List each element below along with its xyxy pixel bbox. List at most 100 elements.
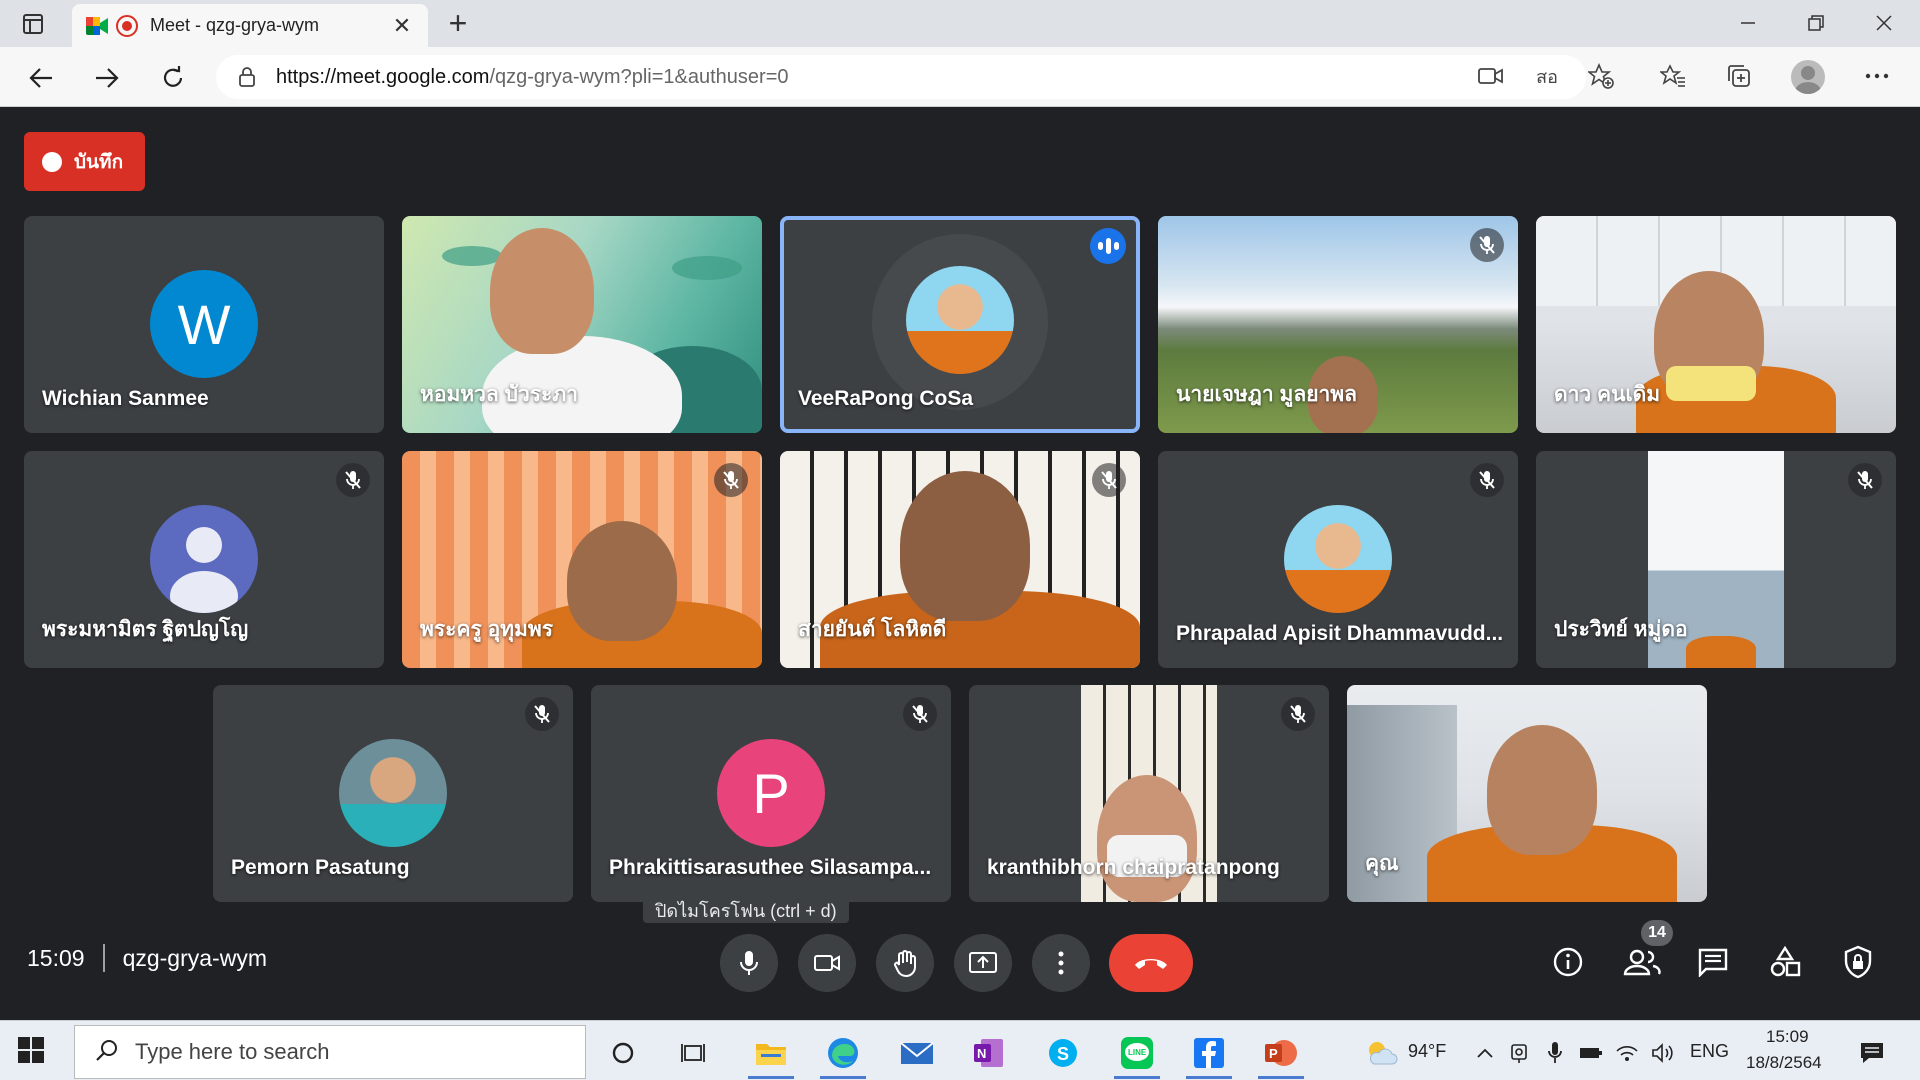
more-options-button[interactable] <box>1032 934 1090 992</box>
more-options-icon[interactable] <box>1860 59 1894 93</box>
recording-indicator-icon <box>116 14 138 37</box>
avatar: P <box>717 739 825 847</box>
svg-text:N: N <box>977 1046 986 1061</box>
fish-decoration <box>442 246 502 266</box>
chevron-up-icon[interactable] <box>1470 1027 1500 1079</box>
participant-tile[interactable]: Pemorn Pasatung <box>213 685 573 902</box>
leave-call-button[interactable] <box>1109 934 1193 992</box>
taskbar-search[interactable]: Type here to search <box>74 1025 586 1079</box>
muted-mic-icon <box>1092 463 1126 497</box>
facebook-icon[interactable] <box>1178 1027 1240 1079</box>
taskbar-clock-date[interactable]: 18/8/2564 <box>1746 1053 1822 1073</box>
onenote-icon[interactable]: N <box>958 1027 1020 1079</box>
participant-name: Pemorn Pasatung <box>231 856 410 879</box>
meeting-time: 15:09 <box>27 944 85 971</box>
record-dot-icon <box>42 151 62 172</box>
participant-robe <box>1686 636 1756 668</box>
activities-icon[interactable] <box>1761 938 1809 986</box>
meeting-details-icon[interactable] <box>1544 938 1592 986</box>
lock-icon[interactable] <box>238 67 258 87</box>
close-tab-icon[interactable]: ✕ <box>390 13 414 39</box>
microphone-in-use-icon[interactable] <box>1540 1027 1570 1079</box>
edge-browser-icon[interactable] <box>812 1027 874 1079</box>
meet-stage: บันทึก W Wichian Sanmee หอมหวล บัวระภา V… <box>0 108 1920 1020</box>
volume-icon[interactable] <box>1648 1027 1678 1079</box>
participant-tile[interactable]: W Wichian Sanmee <box>24 216 384 433</box>
search-placeholder: Type here to search <box>135 1039 330 1064</box>
raise-hand-button[interactable] <box>876 934 934 992</box>
host-controls-icon[interactable] <box>1834 938 1882 986</box>
translate-icon[interactable]: สอ <box>1530 59 1564 93</box>
weather-temp[interactable]: 94°F <box>1408 1041 1446 1062</box>
speaking-indicator-icon <box>1090 228 1126 264</box>
favorites-icon[interactable] <box>1656 59 1690 93</box>
participant-tile[interactable]: พระครู อุทุมพร <box>402 451 762 668</box>
svg-text:LINE: LINE <box>1128 1048 1147 1057</box>
restore-button[interactable] <box>1786 6 1846 40</box>
weather-icon[interactable] <box>1350 1027 1412 1079</box>
muted-mic-icon <box>525 697 559 731</box>
close-window-button[interactable] <box>1854 6 1914 40</box>
avatar: W <box>150 270 258 378</box>
collections-icon[interactable] <box>1722 59 1756 93</box>
muted-mic-icon <box>1281 697 1315 731</box>
windows-start-icon[interactable] <box>18 1037 44 1068</box>
meeting-info: 15:09 qzg-grya-wym <box>27 944 267 972</box>
meet-now-icon[interactable] <box>1504 1027 1534 1079</box>
participant-tile[interactable]: ประวิทย์ หมู่ดอ <box>1536 451 1896 668</box>
windows-taskbar: Type here to search N S LINE P 94°F ENG … <box>0 1020 1920 1080</box>
participant-tile[interactable]: ดาว คนเดิม <box>1536 216 1896 433</box>
muted-mic-icon <box>336 463 370 497</box>
participant-tile[interactable]: สายยันต์ โลหิตดี <box>780 451 1140 668</box>
minimize-button[interactable] <box>1718 6 1778 40</box>
google-meet-icon <box>86 15 108 37</box>
participant-tile-self[interactable]: คุณ <box>1347 685 1707 902</box>
chat-icon[interactable] <box>1689 938 1737 986</box>
recording-badge[interactable]: บันทึก <box>24 132 145 191</box>
tab-actions-icon[interactable] <box>18 10 48 38</box>
search-icon <box>95 1038 119 1067</box>
participant-tile[interactable]: kranthibhorn chaipratanpong <box>969 685 1329 902</box>
camera-button[interactable] <box>798 934 856 992</box>
participant-name: ประวิทย์ หมู่ดอ <box>1554 618 1688 641</box>
file-explorer-icon[interactable] <box>740 1027 802 1079</box>
participant-face <box>490 228 594 354</box>
forward-icon[interactable] <box>90 61 124 95</box>
back-icon[interactable] <box>24 61 58 95</box>
new-tab-button[interactable]: + <box>442 7 474 39</box>
participant-name: พระครู อุทุมพร <box>420 618 553 641</box>
participant-tile[interactable]: พระมหามิตร ฐิตปญโญ <box>24 451 384 668</box>
line-app-icon[interactable]: LINE <box>1106 1027 1168 1079</box>
battery-icon[interactable] <box>1576 1027 1606 1079</box>
participant-tile[interactable]: นายเจษฎา มูลยาพล <box>1158 216 1518 433</box>
participant-tile-active-speaker[interactable]: VeeRaPong CoSa <box>780 216 1140 433</box>
participant-name: kranthibhorn chaipratanpong <box>987 856 1280 879</box>
taskbar-clock-time[interactable]: 15:09 <box>1766 1027 1809 1047</box>
notification-center-icon[interactable] <box>1852 1027 1892 1079</box>
task-view-icon[interactable] <box>664 1027 726 1079</box>
skype-icon[interactable]: S <box>1032 1027 1094 1079</box>
cortana-icon[interactable] <box>592 1027 654 1079</box>
refresh-icon[interactable] <box>156 61 190 95</box>
add-favorite-icon[interactable] <box>1584 59 1618 93</box>
powerpoint-icon[interactable]: P <box>1250 1027 1312 1079</box>
participant-name: Phrakittisarasuthee Silasampa... <box>609 856 932 879</box>
participant-tile[interactable]: Phrapalad Apisit Dhammavudd... <box>1158 451 1518 668</box>
tab-meet[interactable]: Meet - qzg-grya-wym ✕ <box>72 4 428 47</box>
participant-tile[interactable]: หอมหวล บัวระภา <box>402 216 762 433</box>
wifi-icon[interactable] <box>1612 1027 1642 1079</box>
participant-tile[interactable]: P Phrakittisarasuthee Silasampa... <box>591 685 951 902</box>
mail-icon[interactable] <box>886 1027 948 1079</box>
participant-name: VeeRaPong CoSa <box>798 387 974 410</box>
participant-name: สายยันต์ โลหิตดี <box>798 618 947 641</box>
camera-in-use-icon[interactable] <box>1474 59 1508 93</box>
muted-mic-icon <box>1470 463 1504 497</box>
language-indicator[interactable]: ENG <box>1690 1041 1729 1062</box>
present-screen-button[interactable] <box>954 934 1012 992</box>
address-bar[interactable]: https://meet.google.com/qzg-grya-wym?pli… <box>216 55 1586 99</box>
svg-text:S: S <box>1057 1044 1069 1064</box>
profile-avatar[interactable] <box>1791 60 1825 94</box>
fish-decoration <box>672 256 742 280</box>
microphone-button[interactable] <box>720 934 778 992</box>
participant-face <box>900 471 1030 621</box>
